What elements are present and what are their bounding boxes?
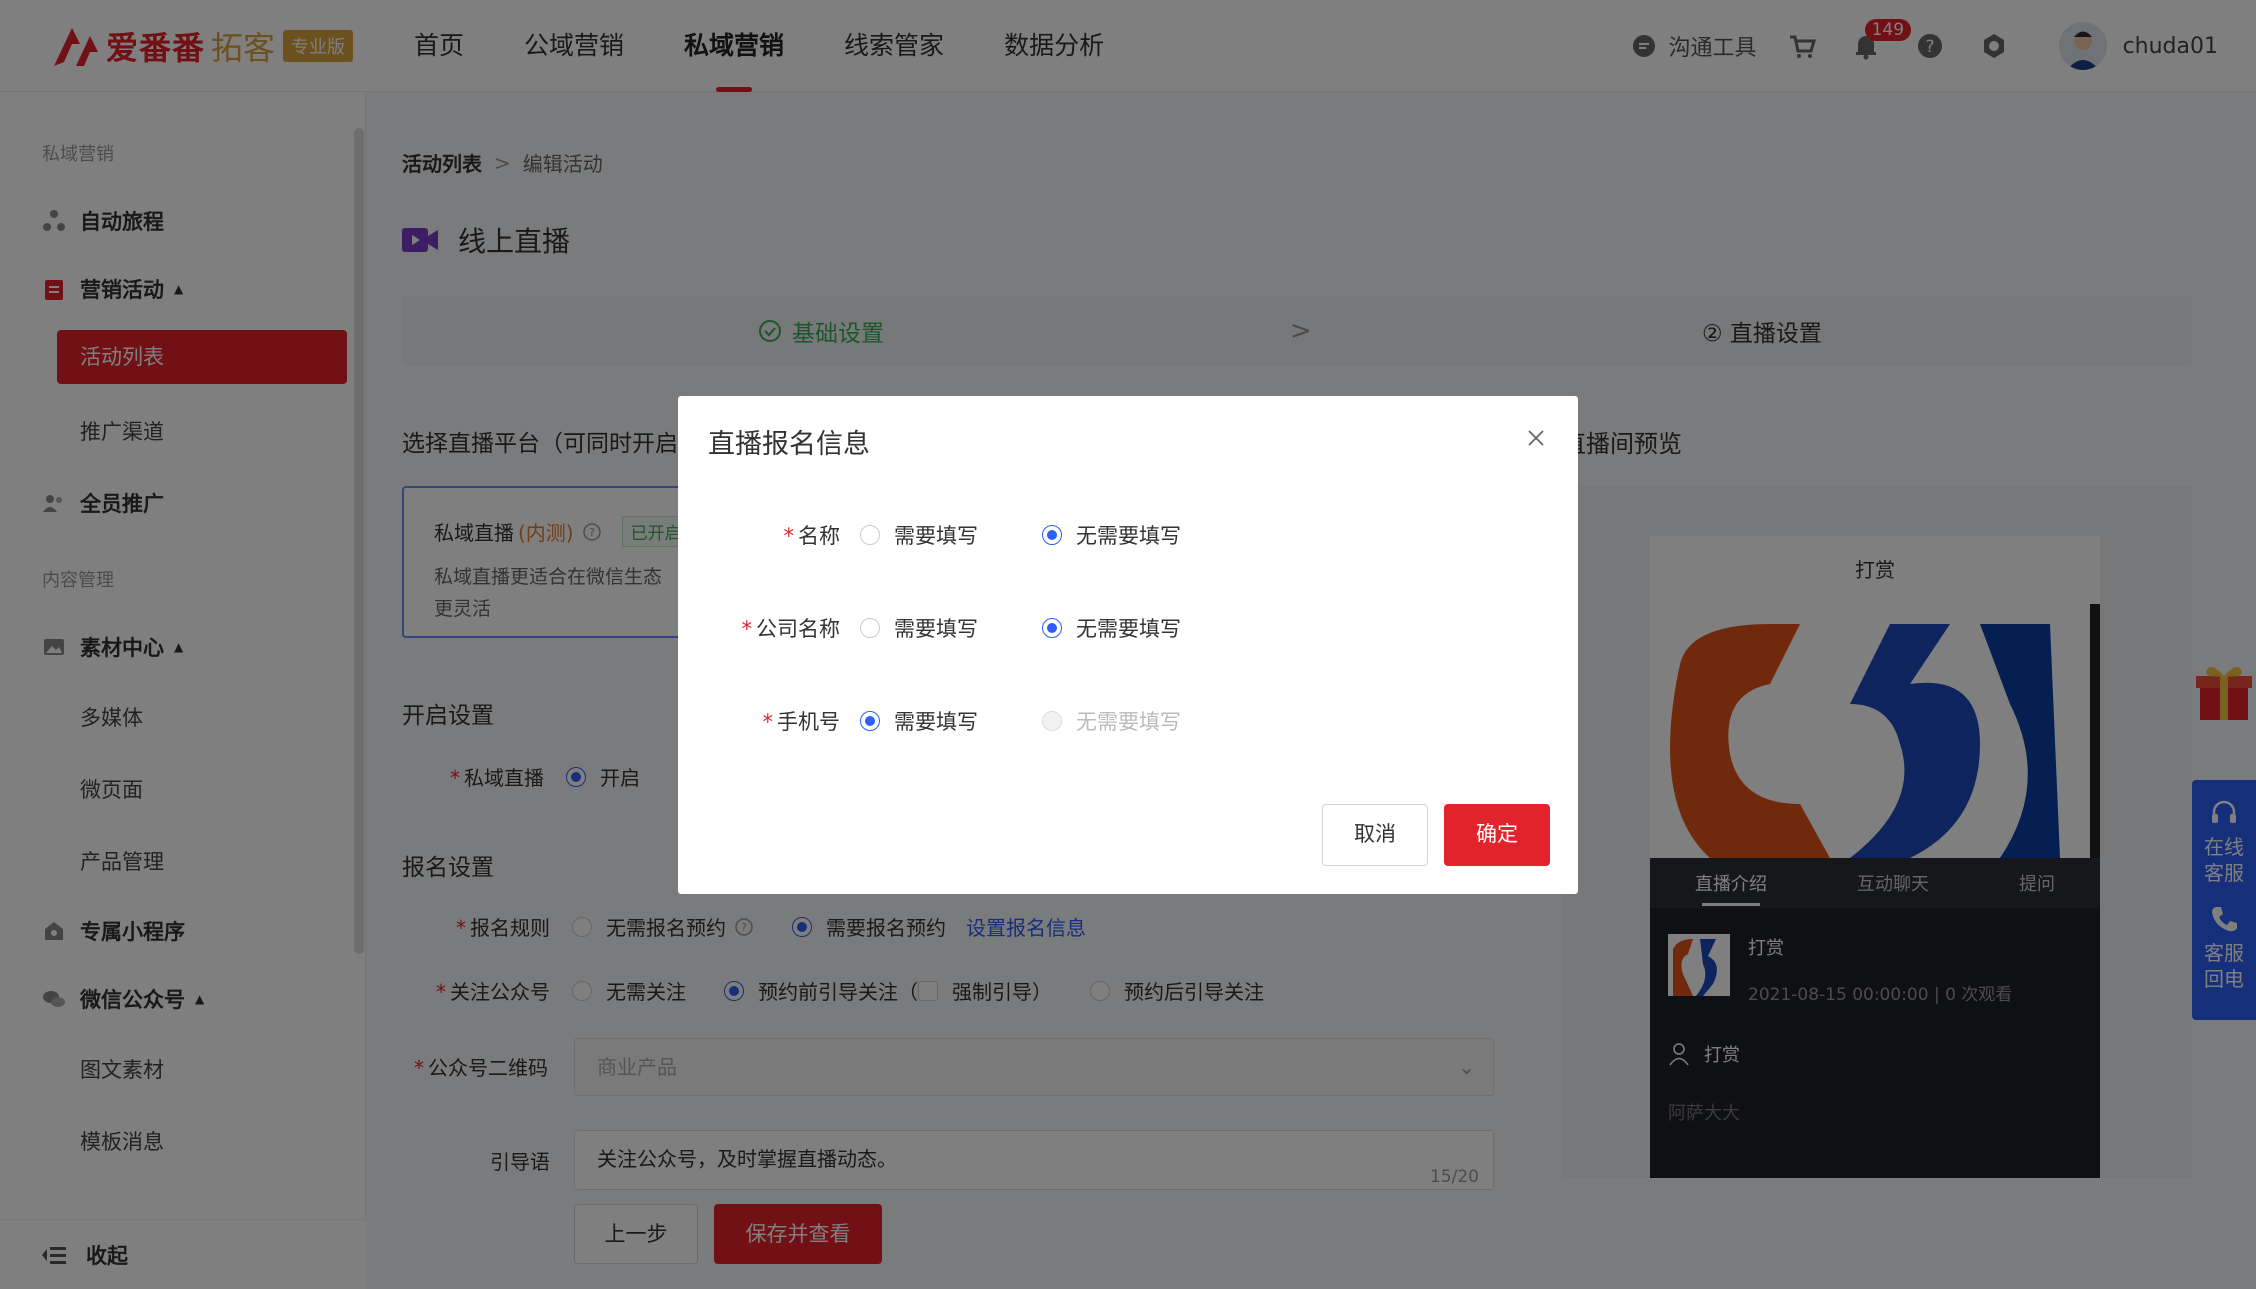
modal-row-name: * 名称 需要填写 无需要填写 [678,520,1225,550]
confirm-button[interactable]: 确定 [1444,804,1550,866]
modal-row-company: * 公司名称 需要填写 无需要填写 [678,613,1225,643]
row-label: * 名称 [783,524,841,548]
close-icon[interactable] [1524,426,1548,450]
modal-row-phone: * 手机号 需要填写 无需要填写 [678,706,1225,736]
company-option-required[interactable]: 需要填写 [840,613,978,643]
radio-icon [1042,711,1062,731]
name-option-not-required[interactable]: 无需要填写 [1022,520,1181,550]
company-option-not-required[interactable]: 无需要填写 [1022,613,1181,643]
radio-icon [860,618,880,638]
signup-info-modal: 直播报名信息 * 名称 需要填写 无需要填写 * 公司名称 需要填写 无需要填写 *… [678,396,1578,894]
row-label: * 手机号 [762,710,841,734]
radio-icon [1042,618,1062,638]
radio-icon [1042,525,1062,545]
modal-title: 直播报名信息 [708,429,870,460]
phone-option-not-required: 无需要填写 [1022,706,1181,736]
radio-icon [860,711,880,731]
radio-icon [860,525,880,545]
row-label: * 公司名称 [741,617,841,641]
name-option-required[interactable]: 需要填写 [840,520,978,550]
phone-option-required[interactable]: 需要填写 [840,706,978,736]
cancel-button[interactable]: 取消 [1322,804,1428,866]
